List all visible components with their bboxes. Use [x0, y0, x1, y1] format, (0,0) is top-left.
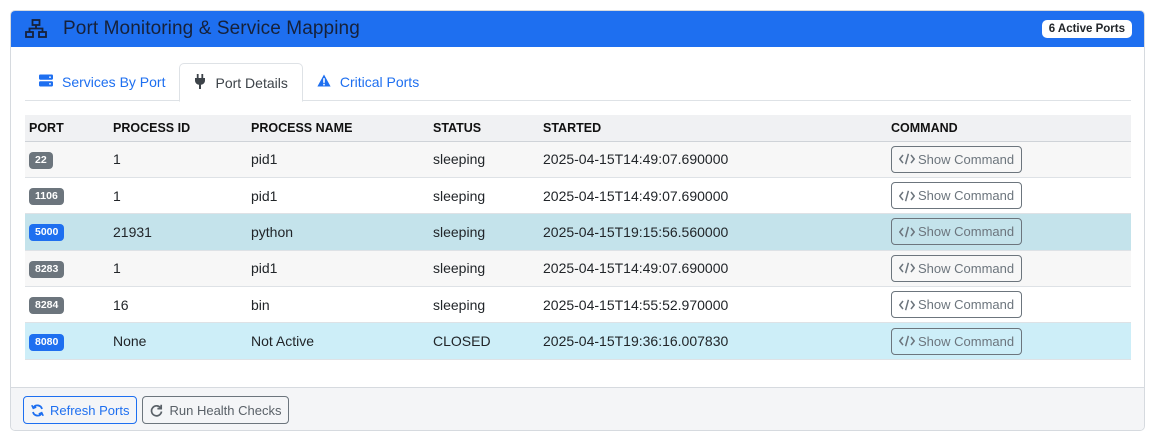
- page-title: Port Monitoring & Service Mapping: [63, 18, 360, 39]
- column-header-port: PORT: [25, 115, 109, 142]
- started-cell: 2025-04-15T14:49:07.690000: [543, 260, 729, 277]
- show-command-button[interactable]: Show Command: [891, 254, 1023, 282]
- button-label: Show Command: [918, 224, 1015, 240]
- tab-port-details[interactable]: Port Details: [179, 63, 303, 102]
- warning-icon: [317, 74, 340, 90]
- started-cell: 2025-04-15T14:49:07.690000: [543, 187, 729, 204]
- table-row: 8284 16 bin sleeping 2025-04-15T14:55:52…: [25, 286, 1131, 323]
- port-badge: 8284: [29, 297, 65, 315]
- process-id-cell: 1: [113, 187, 121, 204]
- refresh-ports-button[interactable]: Refresh Ports: [23, 396, 138, 424]
- process-name-cell: pid1: [251, 260, 278, 277]
- redo-icon: [151, 404, 163, 417]
- process-name-cell: pid1: [251, 151, 278, 168]
- process-id-cell: 16: [113, 296, 129, 313]
- refresh-icon: [31, 403, 44, 417]
- started-cell: 2025-04-15T19:15:56.560000: [543, 223, 729, 240]
- code-icon: [899, 335, 915, 347]
- status-cell: sleeping: [433, 223, 486, 240]
- column-header-command: COMMAND: [887, 115, 1131, 142]
- process-name-cell: bin: [251, 296, 270, 313]
- process-name-cell: Not Active: [251, 333, 315, 350]
- tab-bar: Services By Port Port Details Critical P…: [25, 63, 1131, 102]
- plug-icon: [194, 73, 215, 92]
- column-header-started: STARTED: [539, 115, 887, 142]
- card-footer: Refresh Ports Run Health Checks: [11, 387, 1144, 430]
- process-name-cell: pid1: [251, 187, 278, 204]
- tab-services-by-port[interactable]: Services By Port: [25, 63, 179, 101]
- button-label: Run Health Checks: [169, 402, 282, 418]
- code-icon: [899, 190, 915, 201]
- tab-label: Port Details: [215, 74, 288, 91]
- show-command-button[interactable]: Show Command: [891, 145, 1023, 173]
- table-row: 8080 None Not Active CLOSED 2025-04-15T1…: [25, 322, 1131, 360]
- table-row: 5000 21931 python sleeping 2025-04-15T19…: [25, 213, 1131, 251]
- port-badge: 22: [29, 151, 53, 169]
- status-cell: sleeping: [433, 151, 486, 168]
- tab-label: Critical Ports: [339, 74, 420, 90]
- code-icon: [899, 262, 915, 274]
- button-label: Refresh Ports: [50, 402, 130, 418]
- card-header: Port Monitoring & Service Mapping 6 Acti…: [11, 11, 1144, 47]
- port-badge: 5000: [29, 224, 65, 242]
- table-row: 1106 1 pid1 sleeping 2025-04-15T14:49:07…: [25, 177, 1131, 214]
- active-ports-badge: 6 Active Ports: [1041, 20, 1132, 38]
- status-cell: sleeping: [433, 296, 486, 313]
- port-badge: 8080: [29, 333, 65, 351]
- show-command-button[interactable]: Show Command: [891, 291, 1023, 319]
- status-cell: sleeping: [433, 187, 486, 204]
- column-header-process-id: PROCESS ID: [109, 115, 247, 142]
- button-label: Show Command: [918, 260, 1015, 276]
- button-label: Show Command: [918, 151, 1015, 167]
- code-icon: [899, 299, 915, 311]
- port-badge: 1106: [29, 188, 64, 206]
- show-command-button[interactable]: Show Command: [891, 327, 1023, 355]
- run-health-checks-button[interactable]: Run Health Checks: [142, 396, 290, 424]
- network-icon: [23, 17, 49, 41]
- process-id-cell: None: [113, 333, 147, 350]
- process-name-cell: python: [251, 223, 294, 240]
- tab-label: Services By Port: [62, 74, 166, 90]
- server-icon: [39, 74, 62, 90]
- column-header-process-name: PROCESS NAME: [247, 115, 429, 142]
- code-icon: [899, 153, 915, 165]
- started-cell: 2025-04-15T19:36:16.007830: [543, 333, 729, 350]
- column-header-status: STATUS: [429, 115, 539, 142]
- status-cell: CLOSED: [433, 333, 491, 350]
- process-id-cell: 1: [113, 151, 121, 168]
- table-row: 8283 1 pid1 sleeping 2025-04-15T14:49:07…: [25, 250, 1131, 287]
- status-cell: sleeping: [433, 260, 486, 277]
- show-command-button[interactable]: Show Command: [891, 218, 1023, 246]
- button-label: Show Command: [918, 297, 1015, 313]
- show-command-button[interactable]: Show Command: [891, 182, 1023, 210]
- code-icon: [899, 226, 915, 238]
- tab-critical-ports[interactable]: Critical Ports: [303, 63, 433, 101]
- port-monitoring-card: Port Monitoring & Service Mapping 6 Acti…: [10, 10, 1145, 431]
- button-label: Show Command: [918, 188, 1015, 204]
- process-id-cell: 1: [113, 260, 121, 277]
- started-cell: 2025-04-15T14:55:52.970000: [543, 296, 729, 313]
- port-details-table: PORT PROCESS ID PROCESS NAME STATUS STAR…: [25, 115, 1131, 360]
- table-row: 22 1 pid1 sleeping 2025-04-15T14:49:07.6…: [25, 141, 1131, 178]
- started-cell: 2025-04-15T14:49:07.690000: [543, 151, 729, 168]
- table-header-row: PORT PROCESS ID PROCESS NAME STATUS STAR…: [25, 115, 1131, 142]
- button-label: Show Command: [918, 333, 1015, 349]
- process-id-cell: 21931: [113, 223, 152, 240]
- port-badge: 8283: [29, 260, 65, 278]
